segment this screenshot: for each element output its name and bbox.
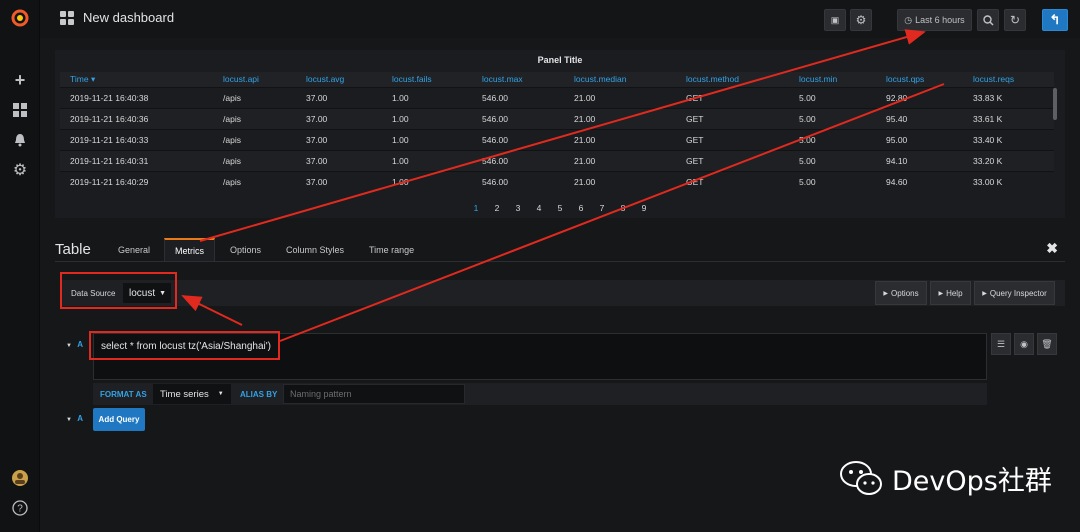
annotation-arrow-to-time-range: [199, 29, 926, 242]
watermark: DevOps社群: [838, 458, 1052, 498]
watermark-text: DevOps社群: [892, 465, 1052, 497]
annotation-arrows: [181, 29, 945, 342]
annotation-arrow-to-datasource: [181, 295, 243, 326]
wechat-logo-icon: [840, 461, 882, 495]
